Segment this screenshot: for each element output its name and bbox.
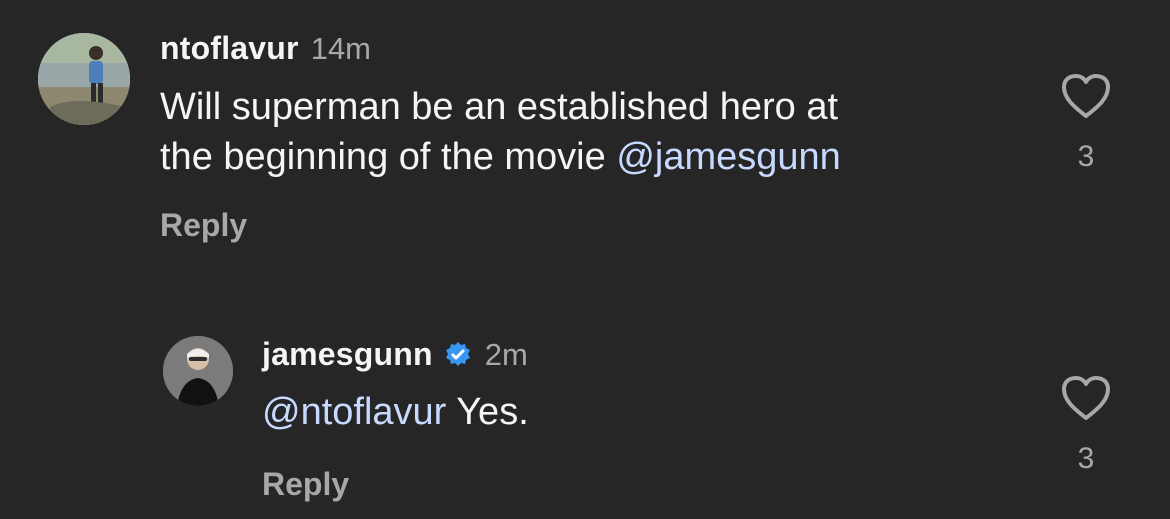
verified-badge-icon [443,340,473,370]
comment-time: 14m [310,30,372,66]
heart-icon[interactable] [1060,72,1112,120]
comment-username[interactable]: jamesgunn [262,336,433,373]
like-count: 3 [1077,140,1095,173]
like-group: 3 [1056,374,1116,476]
comment-meta: jamesgunn 2m [262,336,528,373]
avatar-photo [163,336,233,406]
comment-text: @ntoflavur Yes. [262,387,1002,437]
avatar[interactable] [163,336,233,406]
avatar-photo [38,33,130,125]
like-group: 3 [1056,72,1116,174]
comment-text: Will superman be an established hero at … [160,82,1020,182]
heart-icon[interactable] [1060,374,1112,422]
comment-time: 2m [484,336,528,372]
comment-text-suffix: Yes. [446,391,529,433]
avatar[interactable] [38,33,130,125]
reply-button[interactable]: Reply [262,466,349,503]
mention-link[interactable]: @jamesgunn [616,136,840,178]
comment-username[interactable]: ntoflavur [160,30,299,67]
reply-button[interactable]: Reply [160,207,247,244]
like-count: 3 [1077,442,1095,475]
comment-meta: ntoflavur 14m [160,30,371,67]
mention-link[interactable]: @ntoflavur [262,391,446,433]
